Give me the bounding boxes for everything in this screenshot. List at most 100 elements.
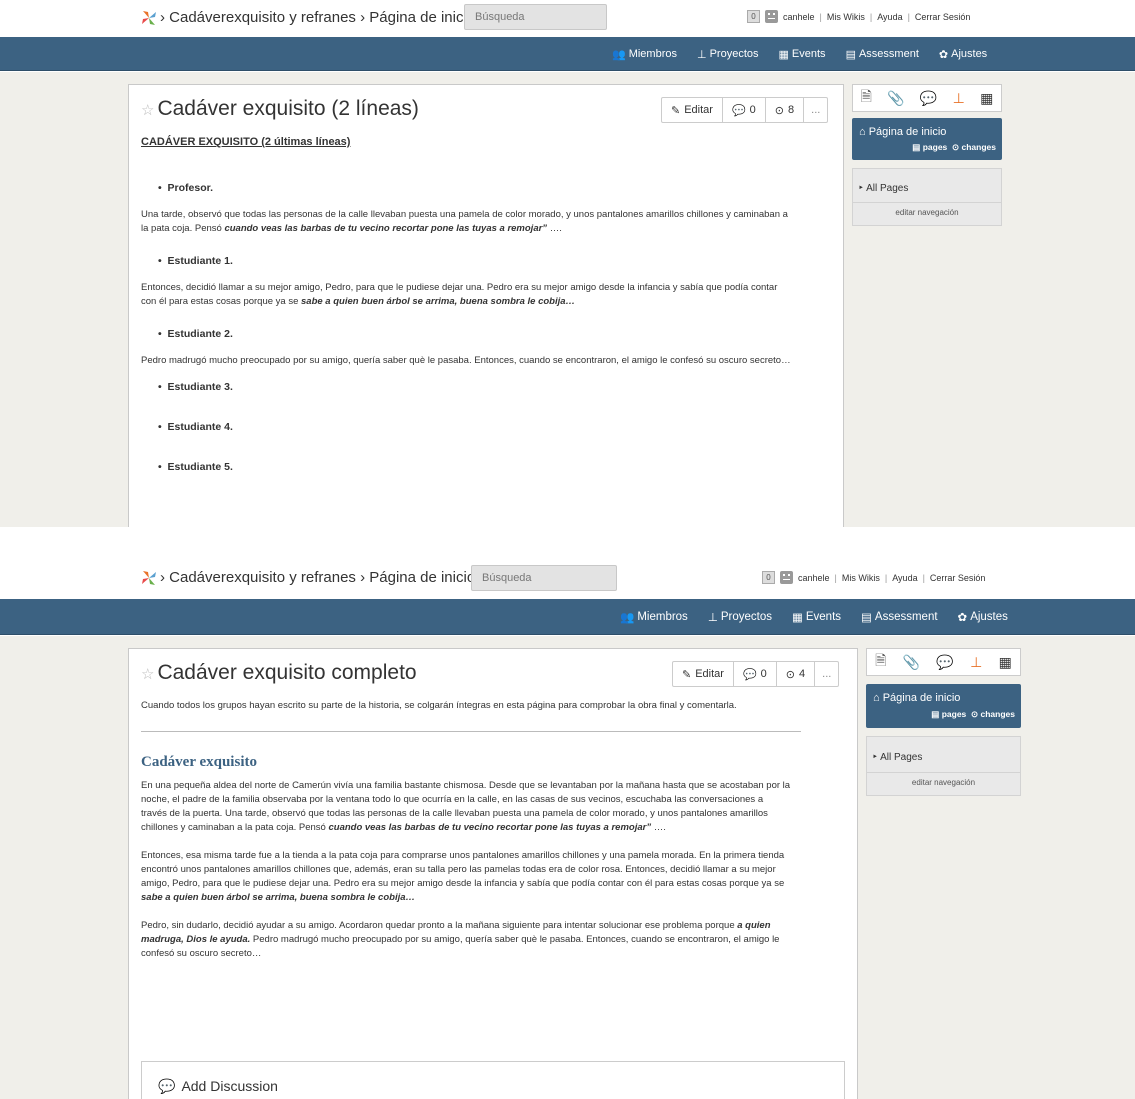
screenshot-top: › Cadáverexquisito y refranes › Página d…: [0, 0, 1135, 527]
nav-projects[interactable]: ⊥ Proyectos: [708, 610, 772, 624]
all-pages-link[interactable]: ‣ All Pages: [858, 183, 908, 194]
paragraph: Entonces, decidió llamar a su mejor amig…: [141, 281, 791, 309]
intro-text: Cuando todos los grupos hayan escrito su…: [141, 700, 737, 711]
comment-icon[interactable]: 💬: [920, 90, 937, 107]
all-pages-label: All Pages: [880, 752, 923, 763]
page-body: Cadáver exquisito En una pequeña aldea d…: [141, 755, 791, 961]
notification-badge[interactable]: 0: [747, 10, 760, 23]
attachment-icon[interactable]: 📎: [887, 90, 904, 107]
proverb-text: cuando veas las barbas de tu vecino reco…: [328, 822, 652, 833]
breadcrumb[interactable]: › Cadáverexquisito y refranes › Página d…: [160, 569, 475, 586]
more-button[interactable]: ...: [804, 98, 827, 122]
nav-projects[interactable]: ⊥ Proyectos: [697, 48, 759, 61]
bullet-text: Estudiante 5.: [167, 461, 233, 473]
user-menu: 0 canhele | Mis Wikis | Ayuda | Cerrar S…: [747, 10, 970, 23]
changes-link[interactable]: ⊙ changes: [971, 709, 1015, 719]
comments-icon: 💬: [742, 668, 757, 681]
pencil-icon: ✎: [671, 104, 681, 117]
nav-members[interactable]: 👥 Miembros: [612, 48, 677, 61]
search-input[interactable]: Búsqueda: [464, 4, 607, 30]
pencil-icon: ✎: [682, 668, 692, 681]
sitemap-icon[interactable]: ⊥: [953, 90, 965, 107]
paragraph-text: Entonces, esa misma tarde fue a la tiend…: [141, 850, 785, 889]
logout-link[interactable]: Cerrar Sesión: [915, 12, 971, 22]
bullet-text: Estudiante 2.: [167, 328, 233, 340]
page-icon[interactable]: 🗎: [875, 650, 886, 674]
avatar-icon[interactable]: [780, 571, 793, 584]
sitemap-icon: ⊥: [697, 48, 707, 61]
comments-button[interactable]: 💬 0: [723, 98, 766, 122]
clock-icon: ⊙: [785, 668, 796, 681]
nav-members-label: Miembros: [637, 611, 688, 623]
more-button[interactable]: ...: [815, 662, 838, 686]
gear-icon: ✿: [938, 48, 949, 61]
avatar-icon[interactable]: [765, 10, 778, 23]
nav-settings[interactable]: ✿ Ajustes: [939, 48, 987, 61]
page-title-text: Cadáver exquisito completo: [157, 661, 417, 684]
page-icon[interactable]: 🗎: [861, 86, 872, 110]
username-link[interactable]: canhele: [783, 12, 815, 22]
wiki-logo-icon[interactable]: [140, 569, 158, 587]
users-icon: 👥: [612, 48, 626, 61]
all-pages-label: All Pages: [866, 183, 909, 194]
bullet-text: Estudiante 3.: [167, 381, 233, 393]
edit-navigation-link[interactable]: editar navegación: [853, 202, 1001, 217]
top-bar: › Cadáverexquisito y refranes › Página d…: [0, 0, 1135, 36]
pages-link[interactable]: ▤ pages: [931, 709, 966, 719]
changes-link[interactable]: ⊙ changes: [952, 142, 996, 152]
nav-events-label: Events: [791, 48, 826, 60]
all-pages-link[interactable]: ‣ All Pages: [872, 752, 922, 763]
separator: |: [869, 11, 873, 22]
username-link[interactable]: canhele: [798, 573, 830, 583]
main-nav: 👥 Miembros ⊥ Proyectos ▦ Events ▤ Assessment…: [0, 599, 1135, 635]
page-background: ☆ Cadáver exquisito completo ✎ Editar 💬 0 ⊙…: [0, 636, 1135, 1099]
add-discussion-button[interactable]: 💬 Add Discussion: [141, 1061, 845, 1099]
edit-button[interactable]: ✎ Editar: [673, 662, 734, 686]
nav-assessment[interactable]: ▤ Assessment: [846, 48, 919, 61]
search-input[interactable]: Búsqueda: [471, 565, 617, 591]
proverb-text: sabe a quien buen árbol se arrima, buena…: [141, 892, 416, 903]
pages-link[interactable]: ▤ pages: [912, 142, 947, 152]
logout-link[interactable]: Cerrar Sesión: [930, 573, 986, 583]
star-icon[interactable]: ☆: [141, 666, 154, 683]
history-button[interactable]: ⊙ 8: [766, 98, 805, 122]
comments-icon: 💬: [731, 104, 746, 117]
page-title: ☆ Cadáver exquisito completo: [141, 661, 417, 685]
paragraph-text: ….: [547, 223, 562, 234]
sidebar-home[interactable]: ⌂ Página de inicio ▤ pages ⊙ changes: [852, 118, 1002, 160]
nav-members[interactable]: 👥 Miembros: [620, 610, 688, 624]
proverb-text: sabe a quien buen árbol se arrima, buena…: [301, 296, 576, 307]
attachment-icon[interactable]: 📎: [903, 654, 920, 671]
paragraph: Pedro madrugó mucho preocupado por su am…: [141, 355, 791, 366]
calendar-icon[interactable]: ▦: [999, 654, 1012, 671]
my-wikis-link[interactable]: Mis Wikis: [842, 573, 880, 583]
sidebar-navigation: ‣ All Pages editar navegación: [866, 736, 1021, 796]
page-title-text: Cadáver exquisito (2 líneas): [157, 97, 419, 120]
nav-events[interactable]: ▦ Events: [779, 48, 826, 61]
edit-button[interactable]: ✎ Editar: [662, 98, 723, 122]
paragraph: En una pequeña aldea del norte de Camerú…: [141, 779, 791, 835]
help-link[interactable]: Ayuda: [892, 573, 917, 583]
help-link[interactable]: Ayuda: [877, 12, 902, 22]
wiki-logo-icon[interactable]: [140, 9, 158, 27]
edit-navigation-link[interactable]: editar navegación: [867, 772, 1020, 787]
content-heading: CADÁVER EXQUISITO (2 últimas líneas): [141, 136, 351, 148]
star-icon[interactable]: ☆: [141, 102, 154, 119]
nav-settings[interactable]: ✿ Ajustes: [958, 610, 1008, 624]
bullet-text: Estudiante 1.: [167, 255, 233, 267]
comments-button[interactable]: 💬 0: [734, 662, 777, 686]
my-wikis-link[interactable]: Mis Wikis: [827, 12, 865, 22]
calendar-icon[interactable]: ▦: [980, 90, 993, 107]
nav-projects-label: Proyectos: [709, 48, 759, 60]
nav-assessment[interactable]: ▤ Assessment: [861, 610, 938, 624]
sidebar-home[interactable]: ⌂ Página de inicio ▤ pages ⊙ changes: [866, 684, 1021, 728]
breadcrumb[interactable]: › Cadáverexquisito y refranes › Página d…: [160, 9, 475, 26]
sitemap-icon[interactable]: ⊥: [970, 654, 982, 671]
comment-icon[interactable]: 💬: [936, 654, 953, 671]
notification-badge[interactable]: 0: [762, 571, 775, 584]
user-menu: 0 canhele | Mis Wikis | Ayuda | Cerrar S…: [762, 571, 985, 584]
nav-events[interactable]: ▦ Events: [792, 610, 841, 624]
proverb-text: cuando veas las barbas de tu vecino reco…: [224, 223, 548, 234]
history-button[interactable]: ⊙ 4: [777, 662, 816, 686]
calendar-icon: ▦: [778, 48, 789, 61]
